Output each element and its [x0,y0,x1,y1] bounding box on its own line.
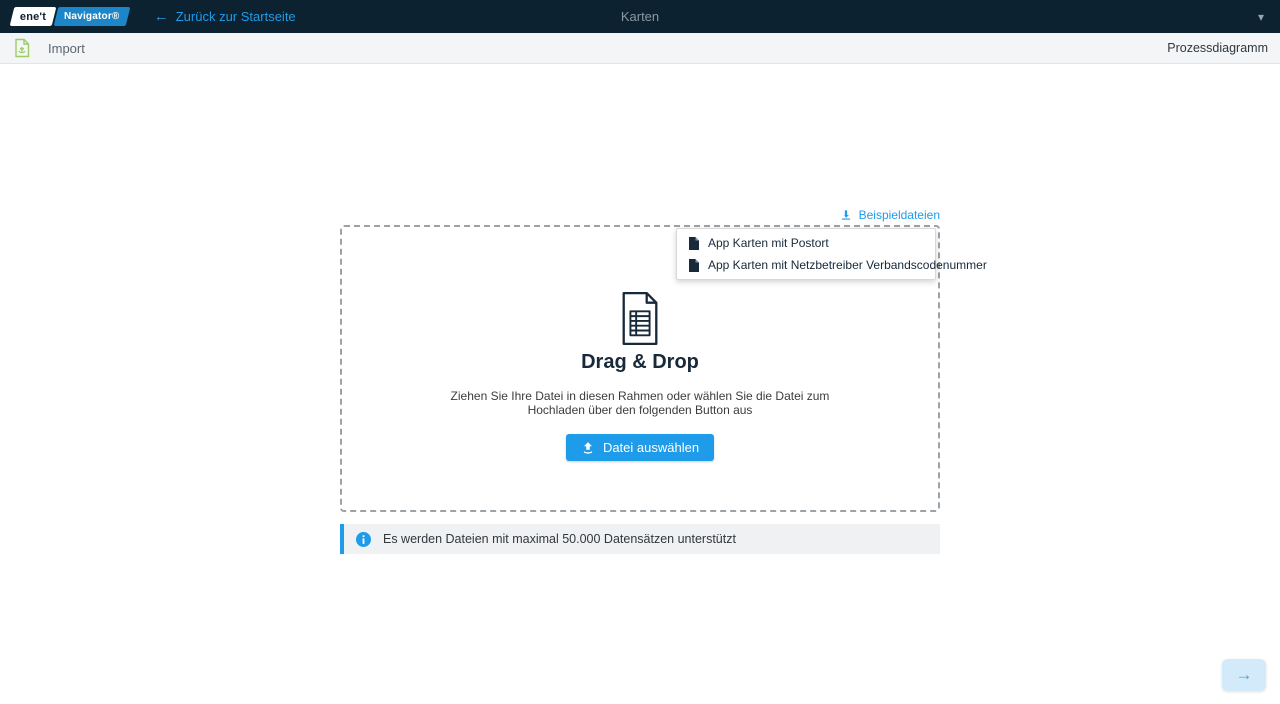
choose-file-button-label: Datei auswählen [603,440,699,455]
info-message: Es werden Dateien mit maximal 50.000 Dat… [383,532,736,546]
sample-files-label: Beispieldateien [859,208,940,222]
choose-file-button[interactable]: Datei auswählen [566,434,714,461]
import-section-label: Import [48,41,85,56]
toolbar: Import Prozessdiagramm [0,33,1280,64]
dropzone-title: Drag & Drop [581,351,699,374]
page-title: Karten [621,9,659,24]
menu-item-label: App Karten mit Netzbetreiber Verbandscod… [708,258,987,272]
info-icon [356,532,371,547]
arrow-right-icon: → [1236,665,1253,684]
upload-icon [581,441,595,455]
spreadsheet-document-icon [617,291,663,346]
menu-item-app-karten-netzbetreiber[interactable]: App Karten mit Netzbetreiber Verbandscod… [677,254,935,276]
menu-item-label: App Karten mit Postort [708,236,829,250]
back-link-label: Zurück zur Startseite [176,9,296,24]
file-icon [689,237,699,250]
download-icon [839,208,853,222]
main-content: Beispieldateien App Karten mit Postort [0,64,1280,704]
file-icon [689,259,699,272]
menu-item-app-karten-postort[interactable]: App Karten mit Postort [677,232,935,254]
next-step-button[interactable]: → [1222,659,1266,691]
sample-files-link[interactable]: Beispieldateien [340,205,940,225]
chevron-down-icon[interactable]: ▾ [1258,11,1264,23]
info-banner: Es werden Dateien mit maximal 50.000 Dat… [340,524,940,554]
file-dropzone[interactable]: App Karten mit Postort App Karten mit Ne… [340,225,940,512]
dropzone-description: Ziehen Sie Ihre Datei in diesen Rahmen o… [430,390,850,417]
logo-enet-segment: ene't [10,7,57,26]
back-arrow-icon: ← [154,9,169,24]
import-file-icon [12,38,32,58]
back-to-start-link[interactable]: ← Zurück zur Startseite [154,9,296,24]
process-diagram-link[interactable]: Prozessdiagramm [1167,41,1268,55]
logo-navigator-segment: Navigator® [54,7,130,26]
enet-navigator-logo[interactable]: ene't Navigator® [12,7,128,26]
sample-files-menu: App Karten mit Postort App Karten mit Ne… [676,228,936,280]
top-header-bar: ene't Navigator® ← Zurück zur Startseite… [0,0,1280,33]
